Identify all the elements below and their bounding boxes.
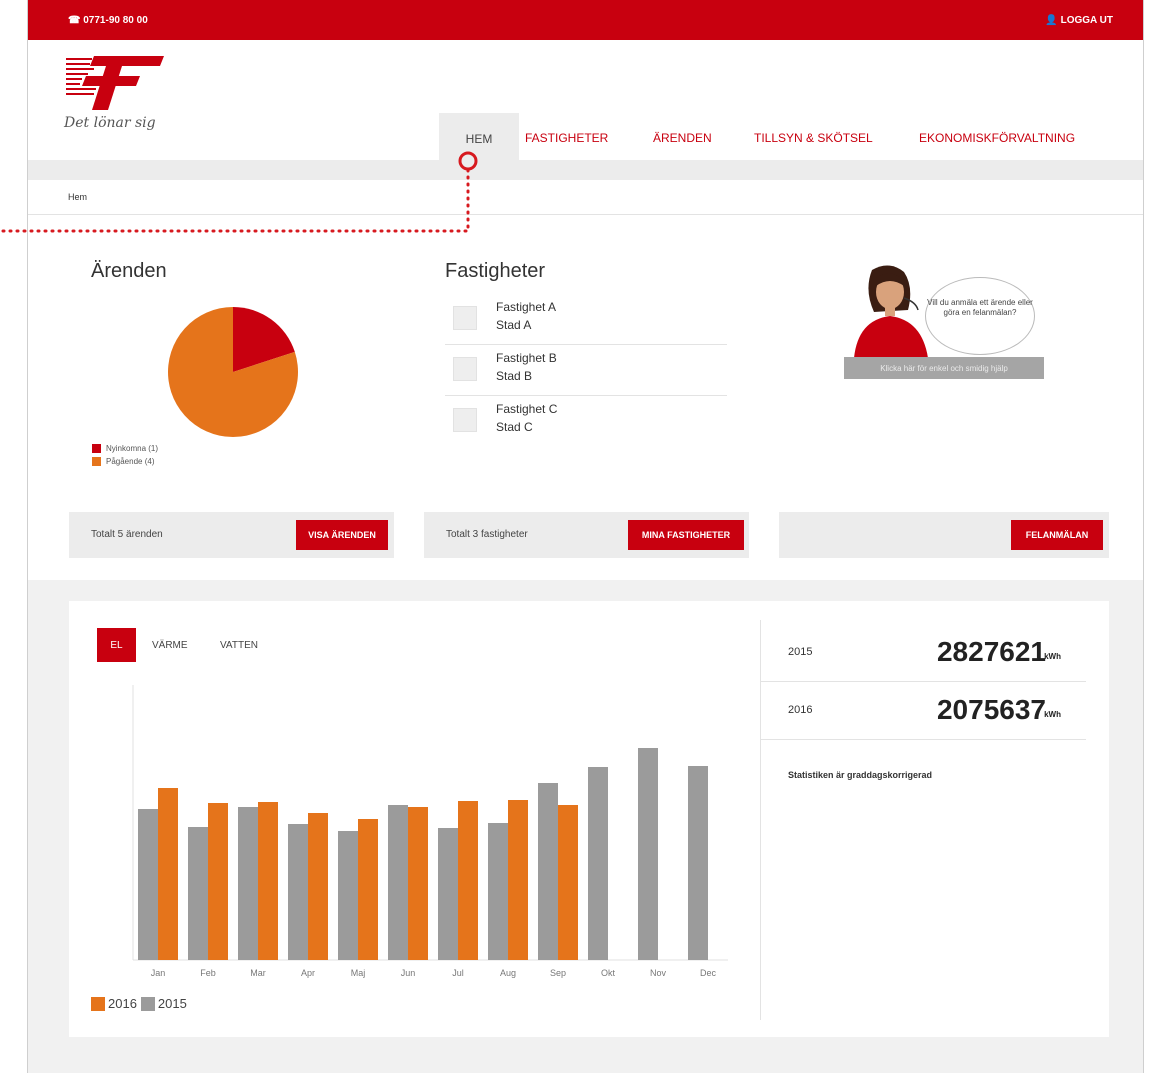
bar-2016-apr <box>308 813 328 960</box>
legend-label-2015: 2015 <box>157 996 187 1011</box>
phone-number: 0771-90 80 00 <box>83 15 148 26</box>
property-name: Fastighet A <box>496 300 557 314</box>
bar-2016-jan <box>158 788 178 960</box>
legend-swatch-nyinkomna <box>92 444 101 453</box>
help-speech-bubble: Vill du anmäla ett ärende eller göra en … <box>925 277 1035 355</box>
energy-bar-chart: Jan Feb Mar Apr Maj Jun Jul Aug Sep Okt Nov Dec <box>132 685 728 978</box>
help-bar[interactable]: Klicka här för enkel och smidig hjälp <box>844 357 1044 379</box>
stat-unit: kWh <box>1044 652 1061 661</box>
stat-year: 2016 <box>788 704 813 716</box>
nav-item-arenden[interactable]: ÄRENDEN <box>653 131 712 145</box>
property-name: Fastighet C <box>496 402 558 416</box>
fastigheter-title: Fastigheter <box>445 260 546 282</box>
bar-2016-feb <box>208 803 228 960</box>
stat-value: 2827621 <box>936 636 1046 667</box>
top-bar: ☎ 0771-90 80 00 👤 LOGGA UT <box>28 0 1143 40</box>
x-tick-label: Apr <box>301 968 315 978</box>
nav-item-fastigheter[interactable]: FASTIGHETER <box>525 131 608 145</box>
bar-2015-nov <box>638 748 658 960</box>
x-tick-label: Aug <box>500 968 516 978</box>
property-city: Stad C <box>496 420 533 434</box>
bar-2016-jun <box>408 807 428 960</box>
legend-label-nyinkomna: Nyinkomna (1) <box>106 444 159 453</box>
property-name: Fastighet B <box>496 351 557 365</box>
stat-year: 2015 <box>788 646 813 658</box>
x-tick-label: Feb <box>200 968 216 978</box>
x-tick-label: Dec <box>700 968 717 978</box>
x-tick-label: Sep <box>550 968 566 978</box>
logout-label: LOGGA UT <box>1060 15 1113 26</box>
legend-swatch-pagaende <box>92 457 101 466</box>
stat-unit: kWh <box>1044 710 1061 719</box>
nav-item-tillsyn[interactable]: TILLSYN & SKÖTSEL <box>754 131 873 145</box>
x-tick-label: Jan <box>151 968 166 978</box>
bar-2016-aug <box>508 800 528 960</box>
bar-2015-mar <box>238 807 258 960</box>
legend-label-2016: 2016 <box>108 996 137 1011</box>
stat-note: Statistiken är graddagskorrigerad <box>788 770 933 780</box>
logout-link[interactable]: 👤 LOGGA UT <box>1045 15 1113 26</box>
felanmalan-button[interactable]: FELANMÄLAN <box>1011 520 1103 550</box>
arenden-pie-chart <box>168 307 298 437</box>
visa-arenden-button[interactable]: VISA ÄRENDEN <box>296 520 388 550</box>
x-tick-label: Maj <box>351 968 366 978</box>
x-tick-label: Nov <box>650 968 667 978</box>
bar-2016-maj <box>358 819 378 960</box>
bar-2016-mar <box>258 802 278 960</box>
support-agent-illustration <box>854 265 928 358</box>
brand-slogan: Det lönar sig <box>64 115 156 131</box>
property-city: Stad A <box>496 318 532 332</box>
property-city: Stad B <box>496 369 533 383</box>
tab-varme[interactable]: VÄRME <box>152 628 188 662</box>
bar-2015-sep <box>538 783 558 960</box>
property-image-icon <box>453 408 477 432</box>
felanmalan-card: FELANMÄLAN <box>779 512 1109 558</box>
property-item[interactable]: Fastighet B Stad B <box>445 345 727 396</box>
phone-contact[interactable]: ☎ 0771-90 80 00 <box>68 15 148 26</box>
bar-2015-okt <box>588 767 608 960</box>
bar-2015-aug <box>488 823 508 960</box>
x-tick-label: Mar <box>250 968 266 978</box>
mina-fastigheter-button[interactable]: MINA FASTIGHETER <box>628 520 744 550</box>
fastigheter-summary-card: Totalt 3 fastigheter MINA FASTIGHETER <box>424 512 749 558</box>
chart-legend: 2016 2015 <box>91 996 187 1011</box>
legend-swatch-2016 <box>91 996 105 1011</box>
annotation-pointer <box>0 151 478 233</box>
user-icon: 👤 <box>1045 15 1058 26</box>
stat-row-2016: 2016 2075637 kWh <box>761 682 1086 740</box>
bar-2015-feb <box>188 827 208 960</box>
bar-2016-jul <box>458 801 478 960</box>
legend-nyinkomna: Nyinkomna (1) <box>92 444 158 453</box>
bar-2015-jul <box>438 828 458 960</box>
stat-row-2015: 2015 2827621 kWh <box>761 624 1086 682</box>
bar-2016-sep <box>558 805 578 960</box>
x-tick-label: Jul <box>452 968 464 978</box>
arenden-total: Totalt 5 ärenden <box>91 529 163 540</box>
property-item[interactable]: Fastighet C Stad C <box>445 396 727 447</box>
stat-value: 2075637 <box>936 694 1046 725</box>
x-tick-label: Okt <box>601 968 616 978</box>
legend-pagaende: Pågående (4) <box>92 457 154 466</box>
arenden-title: Ärenden <box>91 260 167 282</box>
bar-2015-maj <box>338 831 358 960</box>
nav-item-ekonomisk[interactable]: EKONOMISKFÖRVALTNING <box>919 131 1075 145</box>
bar-2015-dec <box>688 766 708 960</box>
property-image-icon <box>453 357 477 381</box>
property-item[interactable]: Fastighet A Stad A <box>445 294 727 345</box>
bar-2015-jan <box>138 809 158 960</box>
phone-icon: ☎ <box>68 15 81 26</box>
legend-label-pagaende: Pågående (4) <box>106 457 155 466</box>
x-tick-label: Jun <box>401 968 416 978</box>
fastigheter-total: Totalt 3 fastigheter <box>446 529 528 540</box>
legend-swatch-2015 <box>140 996 155 1011</box>
company-logo[interactable] <box>66 52 166 112</box>
bar-2015-apr <box>288 824 308 960</box>
tab-el[interactable]: EL <box>97 628 136 662</box>
tab-vatten[interactable]: VATTEN <box>220 628 258 662</box>
bar-2015-jun <box>388 805 408 960</box>
property-image-icon <box>453 306 477 330</box>
arenden-summary-card: Totalt 5 ärenden VISA ÄRENDEN <box>69 512 394 558</box>
